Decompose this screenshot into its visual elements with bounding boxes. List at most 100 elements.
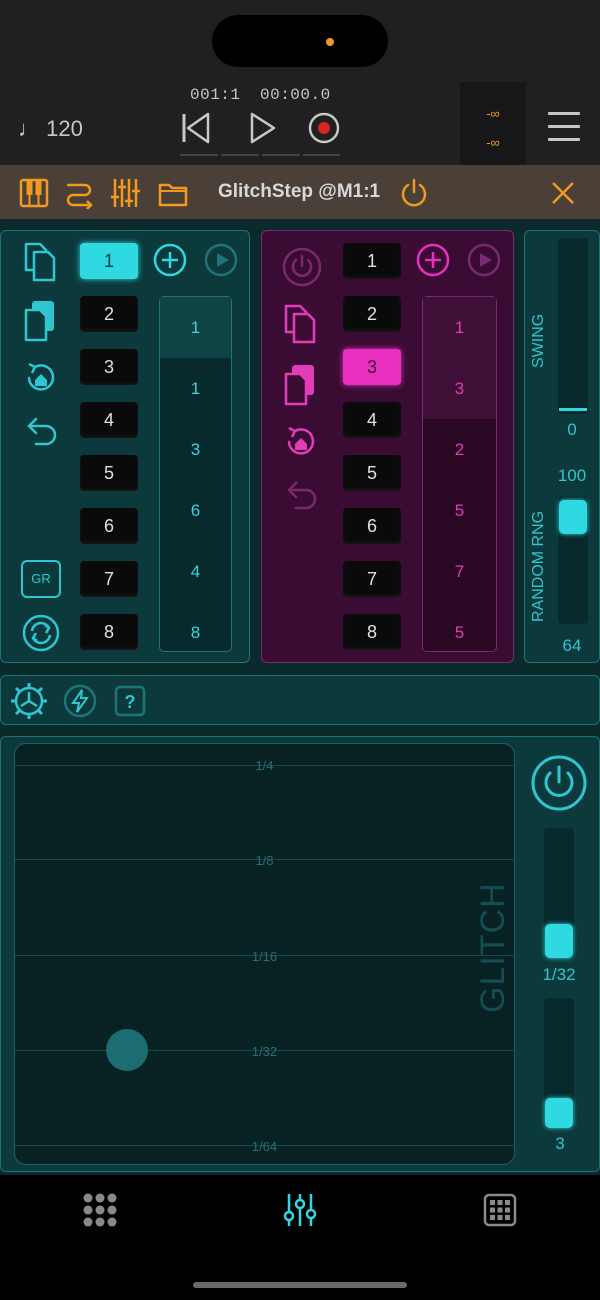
mixer-button[interactable] xyxy=(110,177,142,209)
close-button[interactable] xyxy=(547,177,579,209)
glitch-xy-pad[interactable]: 1/4 1/8 1/16 1/32 1/64 xyxy=(14,743,515,1165)
slot-a-2[interactable]: 2 xyxy=(80,296,138,332)
sequence-step[interactable]: 1 xyxy=(423,297,496,358)
repeat-value: 3 xyxy=(555,1134,565,1153)
slot-a-1[interactable]: 1 xyxy=(80,243,138,279)
mixer-icon xyxy=(283,1194,317,1226)
undo-button-b[interactable] xyxy=(282,476,320,514)
sequence-list-a: 1 1 3 6 4 8 xyxy=(159,296,232,652)
slot-a-4[interactable]: 4 xyxy=(80,402,138,438)
glitch-power-button[interactable] xyxy=(530,754,588,812)
sequence-step[interactable]: 2 xyxy=(423,419,496,480)
copy-button-a[interactable] xyxy=(22,240,60,282)
sequence-step[interactable]: 3 xyxy=(160,419,231,480)
slot-a-7[interactable]: 7 xyxy=(80,561,138,597)
transport-underline xyxy=(221,154,259,156)
keypad-icon xyxy=(483,1193,517,1227)
play-sequence-button-a[interactable] xyxy=(204,243,238,277)
power-icon xyxy=(282,247,322,287)
grid-label-sixtyfourth: 1/64 xyxy=(251,1139,278,1154)
sequence-step[interactable]: 5 xyxy=(423,480,496,541)
add-button-b[interactable] xyxy=(416,243,450,277)
sequence-step[interactable]: 5 xyxy=(423,602,496,663)
paste-icon xyxy=(24,301,54,342)
slot-b-5[interactable]: 5 xyxy=(343,455,401,491)
slot-b-3[interactable]: 3 xyxy=(343,349,401,385)
slot-b-2[interactable]: 2 xyxy=(343,296,401,332)
slot-a-3[interactable]: 3 xyxy=(80,349,138,385)
grid-label-quarter: 1/4 xyxy=(255,758,274,773)
sequence-step[interactable]: 1 xyxy=(160,358,231,419)
slot-b-1[interactable]: 1 xyxy=(343,243,401,279)
bar-position: 001:1 xyxy=(190,86,241,104)
play-circle-icon xyxy=(204,243,238,277)
sequence-step[interactable]: 1 xyxy=(160,297,231,358)
copy-icon xyxy=(284,304,316,344)
slot-a-8[interactable]: 8 xyxy=(80,614,138,650)
routing-icon xyxy=(66,183,93,210)
folder-icon xyxy=(158,183,188,207)
slot-b-8[interactable]: 8 xyxy=(343,614,401,650)
paste-button-a[interactable] xyxy=(22,298,60,344)
copy-icon xyxy=(24,242,56,282)
tempo-display[interactable]: ♩ 120 xyxy=(18,116,83,142)
tab-keypad[interactable] xyxy=(482,1192,518,1228)
sequence-step[interactable]: 4 xyxy=(160,541,231,602)
grid-label-thirtysecond: 1/32 xyxy=(251,1044,278,1059)
swing-slider[interactable] xyxy=(558,238,588,414)
slot-b-6[interactable]: 6 xyxy=(343,508,401,544)
slot-a-5[interactable]: 5 xyxy=(80,455,138,491)
plugin-power-button[interactable] xyxy=(398,177,430,209)
grid-label-sixteenth: 1/16 xyxy=(251,949,278,964)
play-button[interactable] xyxy=(242,108,282,148)
slot-b-7[interactable]: 7 xyxy=(343,561,401,597)
reset-home-icon xyxy=(27,362,55,391)
routing-button[interactable] xyxy=(63,177,95,210)
settings-button[interactable] xyxy=(10,682,48,720)
output-meter[interactable]: -∞ -∞ xyxy=(460,82,526,165)
keyboard-button[interactable] xyxy=(18,177,50,209)
rewind-button[interactable] xyxy=(176,108,216,148)
add-button-a[interactable] xyxy=(153,243,187,277)
sequence-step[interactable]: 6 xyxy=(160,480,231,541)
repeat-slider-thumb[interactable] xyxy=(545,1098,573,1128)
slot-b-4[interactable]: 4 xyxy=(343,402,401,438)
close-icon xyxy=(552,182,574,204)
menu-button[interactable] xyxy=(548,110,582,144)
gr-button[interactable]: GR xyxy=(21,560,61,598)
division-slider-thumb[interactable] xyxy=(545,924,573,958)
reset-home-button-a[interactable] xyxy=(21,358,61,398)
randomize-button-a[interactable] xyxy=(21,613,61,653)
sequence-step[interactable]: 3 xyxy=(423,358,496,419)
tab-mixer[interactable] xyxy=(282,1192,318,1228)
hamburger-icon xyxy=(548,112,580,115)
sequence-list-b: 1 3 2 5 7 5 xyxy=(422,296,497,652)
reset-home-button-b[interactable] xyxy=(281,422,321,462)
paste-icon xyxy=(284,365,314,406)
sequence-step[interactable]: 8 xyxy=(160,602,231,663)
power-button-b[interactable] xyxy=(282,247,322,287)
xy-pad-cursor[interactable] xyxy=(106,1029,148,1071)
swing-slider-thumb[interactable] xyxy=(559,408,587,411)
random-range-thumb[interactable] xyxy=(559,500,587,534)
lightning-button[interactable] xyxy=(62,683,98,719)
refresh-cycle-icon xyxy=(22,614,60,652)
random-range-slider[interactable] xyxy=(558,496,588,624)
record-button[interactable] xyxy=(304,108,344,148)
division-value: 1/32 xyxy=(542,965,576,984)
rewind-icon xyxy=(182,112,210,144)
folder-button[interactable] xyxy=(157,177,189,209)
help-button[interactable]: ? xyxy=(113,684,147,718)
recording-indicator-dot xyxy=(326,38,334,46)
gear-icon xyxy=(11,683,47,719)
division-slider[interactable] xyxy=(544,828,574,958)
sequence-step[interactable]: 7 xyxy=(423,541,496,602)
play-sequence-button-b[interactable] xyxy=(467,243,501,277)
undo-icon xyxy=(27,417,57,446)
tab-pads[interactable] xyxy=(82,1192,118,1228)
repeat-slider[interactable] xyxy=(544,998,574,1128)
paste-button-b[interactable] xyxy=(282,362,320,408)
undo-button-a[interactable] xyxy=(22,412,60,450)
copy-button-b[interactable] xyxy=(282,302,320,344)
slot-a-6[interactable]: 6 xyxy=(80,508,138,544)
